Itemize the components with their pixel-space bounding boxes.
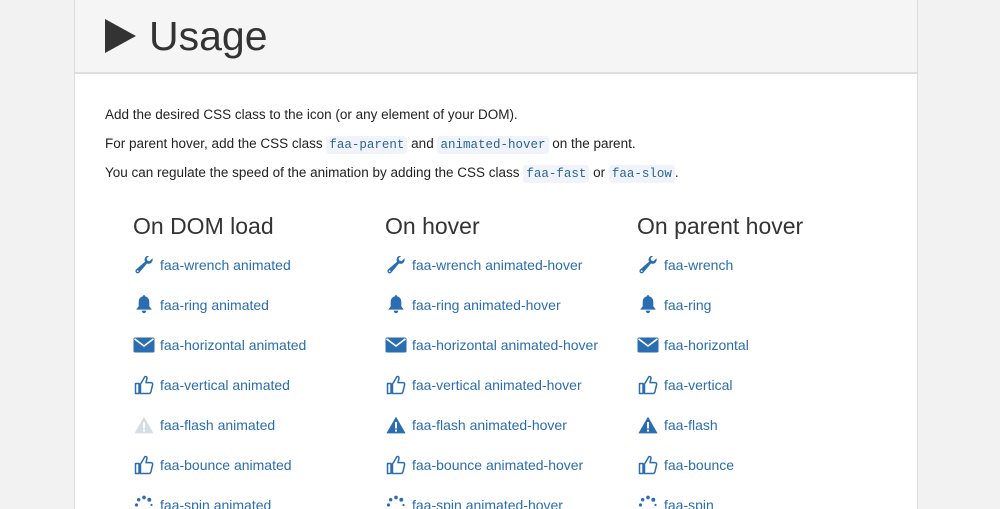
warning-icon: [637, 414, 659, 436]
page-title: Usage: [149, 12, 268, 60]
warning-icon: [385, 414, 407, 436]
demo-link[interactable]: faa-ring animated: [160, 297, 269, 313]
intro-line-1: Add the desired CSS class to the icon (o…: [105, 100, 679, 129]
bell-icon: [385, 294, 407, 316]
spinner-icon: [385, 494, 407, 509]
demo-item: faa-wrench animated-hover: [385, 245, 625, 285]
column-on-hover: On hover faa-wrench animated-hover faa-ri…: [385, 208, 625, 509]
play-icon: [105, 19, 136, 53]
demo-link[interactable]: faa-bounce animated-hover: [412, 457, 583, 473]
demo-item: faa-bounce animated-hover: [385, 445, 625, 485]
panel-heading: Usage: [75, 0, 917, 74]
bell-icon: [637, 294, 659, 316]
column-on-parent-hover: On parent hover faa-wrench faa-ring faa-ho…: [637, 208, 877, 509]
envelope-icon: [133, 334, 155, 356]
thumbs-up-icon: [133, 374, 155, 396]
column-on-dom-load: On DOM load faa-wrench animated faa-ring …: [133, 208, 373, 509]
envelope-icon: [637, 334, 659, 356]
demo-item: faa-spin: [637, 485, 877, 509]
demo-link[interactable]: faa-wrench animated-hover: [412, 257, 582, 273]
demo-item: faa-spin animated: [133, 485, 373, 509]
demo-link[interactable]: faa-flash animated-hover: [412, 417, 567, 433]
demo-link[interactable]: faa-ring: [664, 297, 711, 313]
thumbs-up-icon: [385, 374, 407, 396]
demo-link[interactable]: faa-vertical animated-hover: [412, 377, 582, 393]
demo-link[interactable]: faa-horizontal animated: [160, 337, 306, 353]
demo-item: faa-flash animated-hover: [385, 405, 625, 445]
demo-item: faa-bounce: [637, 445, 877, 485]
demo-link[interactable]: faa-horizontal: [664, 337, 749, 353]
demo-item: faa-ring animated-hover: [385, 285, 625, 325]
bell-icon: [133, 294, 155, 316]
demo-list: faa-wrench animated-hover faa-ring animat…: [385, 245, 625, 509]
demo-item: faa-horizontal: [637, 325, 877, 365]
demo-item: faa-spin animated-hover: [385, 485, 625, 509]
demo-item: faa-vertical: [637, 365, 877, 405]
demo-item: faa-wrench animated: [133, 245, 373, 285]
warning-icon: [133, 414, 155, 436]
demo-link[interactable]: faa-vertical animated: [160, 377, 290, 393]
column-title: On DOM load: [133, 208, 373, 244]
demo-link[interactable]: faa-horizontal animated-hover: [412, 337, 598, 353]
demo-link[interactable]: faa-spin: [664, 497, 714, 509]
demo-link[interactable]: faa-bounce: [664, 457, 734, 473]
code-faa-slow: faa-slow: [609, 165, 675, 183]
wrench-icon: [133, 254, 155, 276]
spinner-icon: [637, 494, 659, 509]
demo-item: faa-flash: [637, 405, 877, 445]
demo-link[interactable]: faa-wrench animated: [160, 257, 291, 273]
demo-link[interactable]: faa-ring animated-hover: [412, 297, 561, 313]
thumbs-up-icon: [133, 454, 155, 476]
demo-link[interactable]: faa-spin animated-hover: [412, 497, 563, 509]
thumbs-up-icon: [637, 374, 659, 396]
intro-line-2: For parent hover, add the CSS class faa-…: [105, 129, 679, 158]
intro-text: Add the desired CSS class to the icon (o…: [105, 100, 679, 187]
column-title: On parent hover: [637, 208, 877, 244]
demo-item: faa-ring animated: [133, 285, 373, 325]
wrench-icon: [637, 254, 659, 276]
demo-item: faa-horizontal animated-hover: [385, 325, 625, 365]
demo-item: faa-flash animated: [133, 405, 373, 445]
demo-item: faa-vertical animated-hover: [385, 365, 625, 405]
demo-list: faa-wrench animated faa-ring animated faa-…: [133, 245, 373, 509]
spinner-icon: [133, 494, 155, 509]
demo-link[interactable]: faa-flash animated: [160, 417, 275, 433]
thumbs-up-icon: [637, 454, 659, 476]
demo-link[interactable]: faa-spin animated: [160, 497, 271, 509]
thumbs-up-icon: [385, 454, 407, 476]
demo-list: faa-wrench faa-ring faa-horizontal faa-vert…: [637, 245, 877, 509]
usage-panel: Usage Add the desired CSS class to the i…: [74, 0, 918, 509]
code-faa-parent: faa-parent: [326, 136, 407, 154]
demo-item: faa-wrench: [637, 245, 877, 285]
wrench-icon: [385, 254, 407, 276]
demo-item: faa-bounce animated: [133, 445, 373, 485]
demo-link[interactable]: faa-flash: [664, 417, 718, 433]
intro-line-3: You can regulate the speed of the animat…: [105, 158, 679, 187]
demo-link[interactable]: faa-wrench: [664, 257, 733, 273]
column-title: On hover: [385, 208, 625, 244]
code-faa-fast: faa-fast: [523, 165, 589, 183]
envelope-icon: [385, 334, 407, 356]
demo-item: faa-vertical animated: [133, 365, 373, 405]
demo-item: faa-ring: [637, 285, 877, 325]
demo-item: faa-horizontal animated: [133, 325, 373, 365]
demo-link[interactable]: faa-bounce animated: [160, 457, 292, 473]
demo-link[interactable]: faa-vertical: [664, 377, 732, 393]
code-animated-hover: animated-hover: [437, 136, 548, 154]
